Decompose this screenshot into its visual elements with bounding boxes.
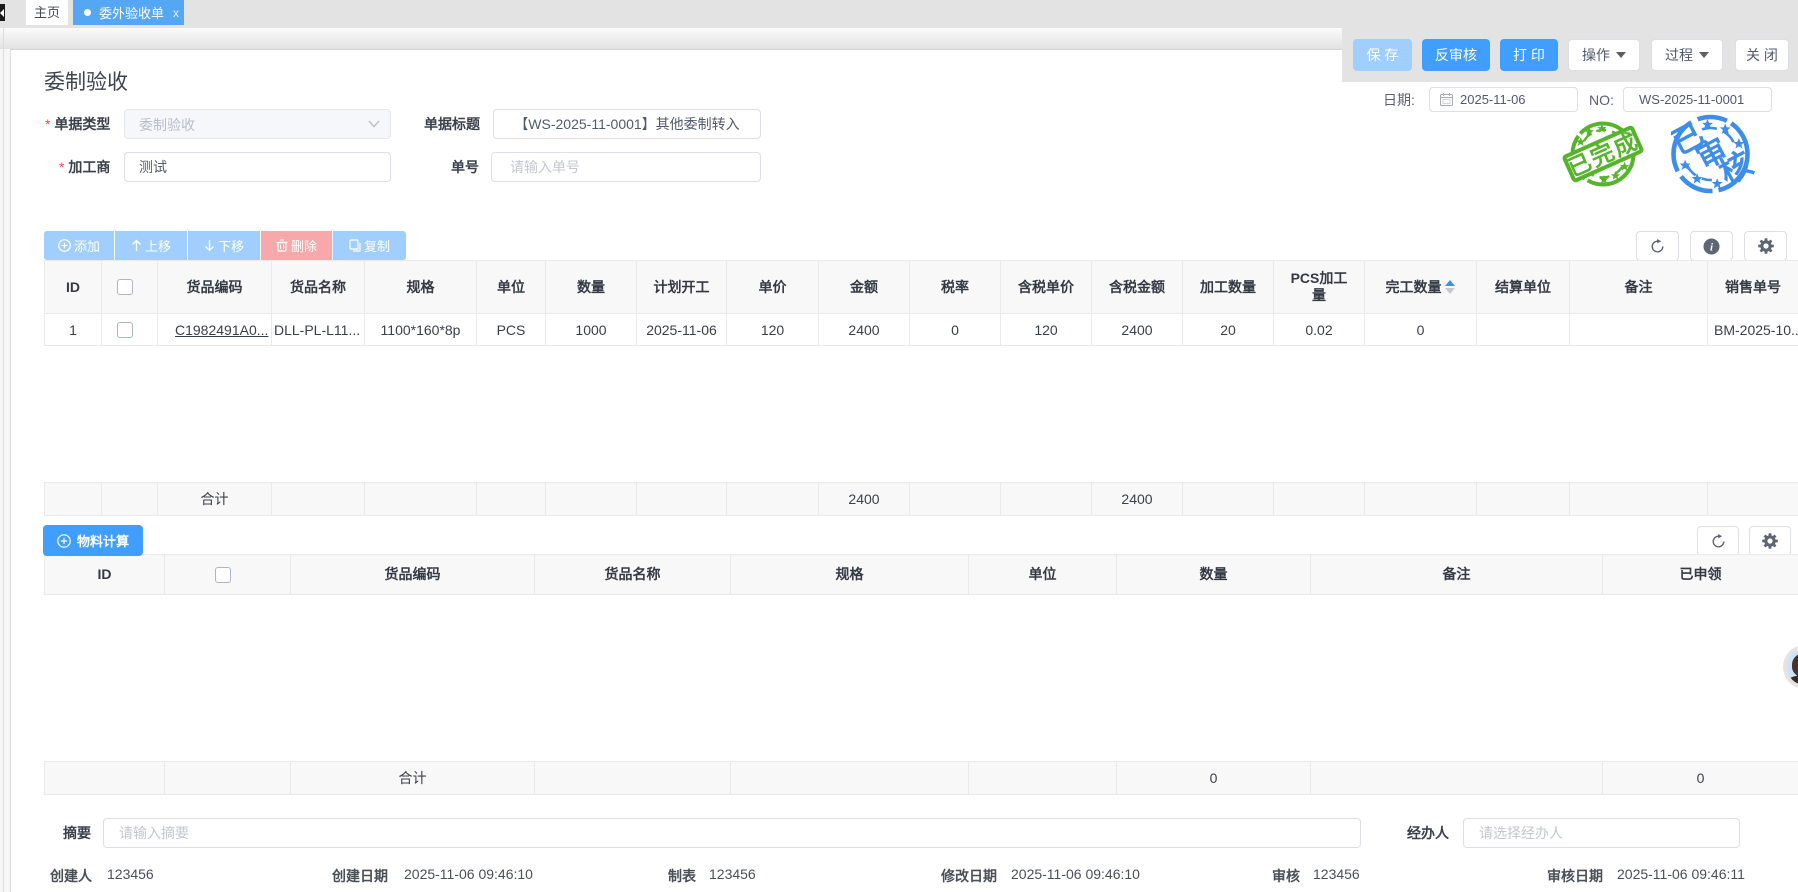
svg-text:已完成: 已完成 [1564, 127, 1643, 181]
